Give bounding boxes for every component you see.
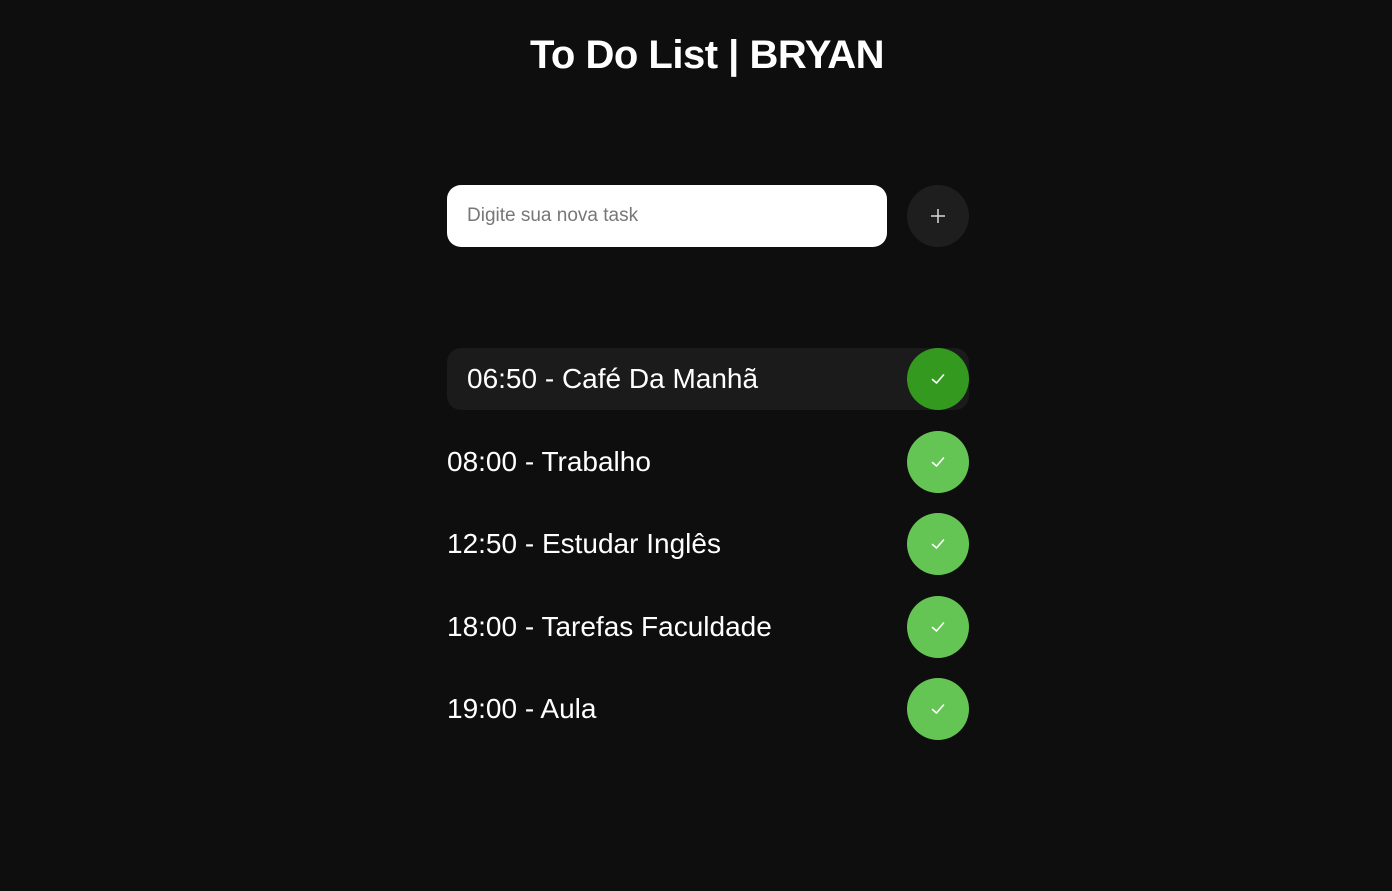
task-item: 06:50 - Café Da Manhã xyxy=(447,348,969,410)
new-task-input[interactable] xyxy=(447,185,887,247)
plus-icon xyxy=(930,208,946,224)
task-label: 18:00 - Tarefas Faculdade xyxy=(447,610,772,642)
task-item: 12:50 - Estudar Inglês xyxy=(447,513,969,575)
check-icon xyxy=(931,538,945,550)
complete-task-button[interactable] xyxy=(907,348,969,410)
check-icon xyxy=(931,703,945,715)
new-task-form xyxy=(447,185,969,247)
task-item: 19:00 - Aula xyxy=(447,678,969,740)
task-list: 06:50 - Café Da Manhã 08:00 - Trabalho 1… xyxy=(447,348,969,761)
complete-task-button[interactable] xyxy=(907,513,969,575)
task-label: 08:00 - Trabalho xyxy=(447,445,651,477)
complete-task-button[interactable] xyxy=(907,678,969,740)
check-icon xyxy=(931,621,945,633)
add-task-button[interactable] xyxy=(907,185,969,247)
todo-page: To Do List | BRYAN 06:50 - Café Da Manhã… xyxy=(0,0,1392,891)
task-label: 19:00 - Aula xyxy=(447,693,597,724)
page-title: To Do List | BRYAN xyxy=(529,33,885,77)
task-label: 06:50 - Café Da Manhã xyxy=(467,363,759,394)
complete-task-button[interactable] xyxy=(907,430,969,493)
check-icon xyxy=(931,373,945,385)
task-label: 12:50 - Estudar Inglês xyxy=(447,528,721,559)
task-item: 18:00 - Tarefas Faculdade xyxy=(447,595,969,658)
complete-task-button[interactable] xyxy=(907,595,969,658)
check-icon xyxy=(931,456,945,468)
task-item: 08:00 - Trabalho xyxy=(447,430,969,493)
